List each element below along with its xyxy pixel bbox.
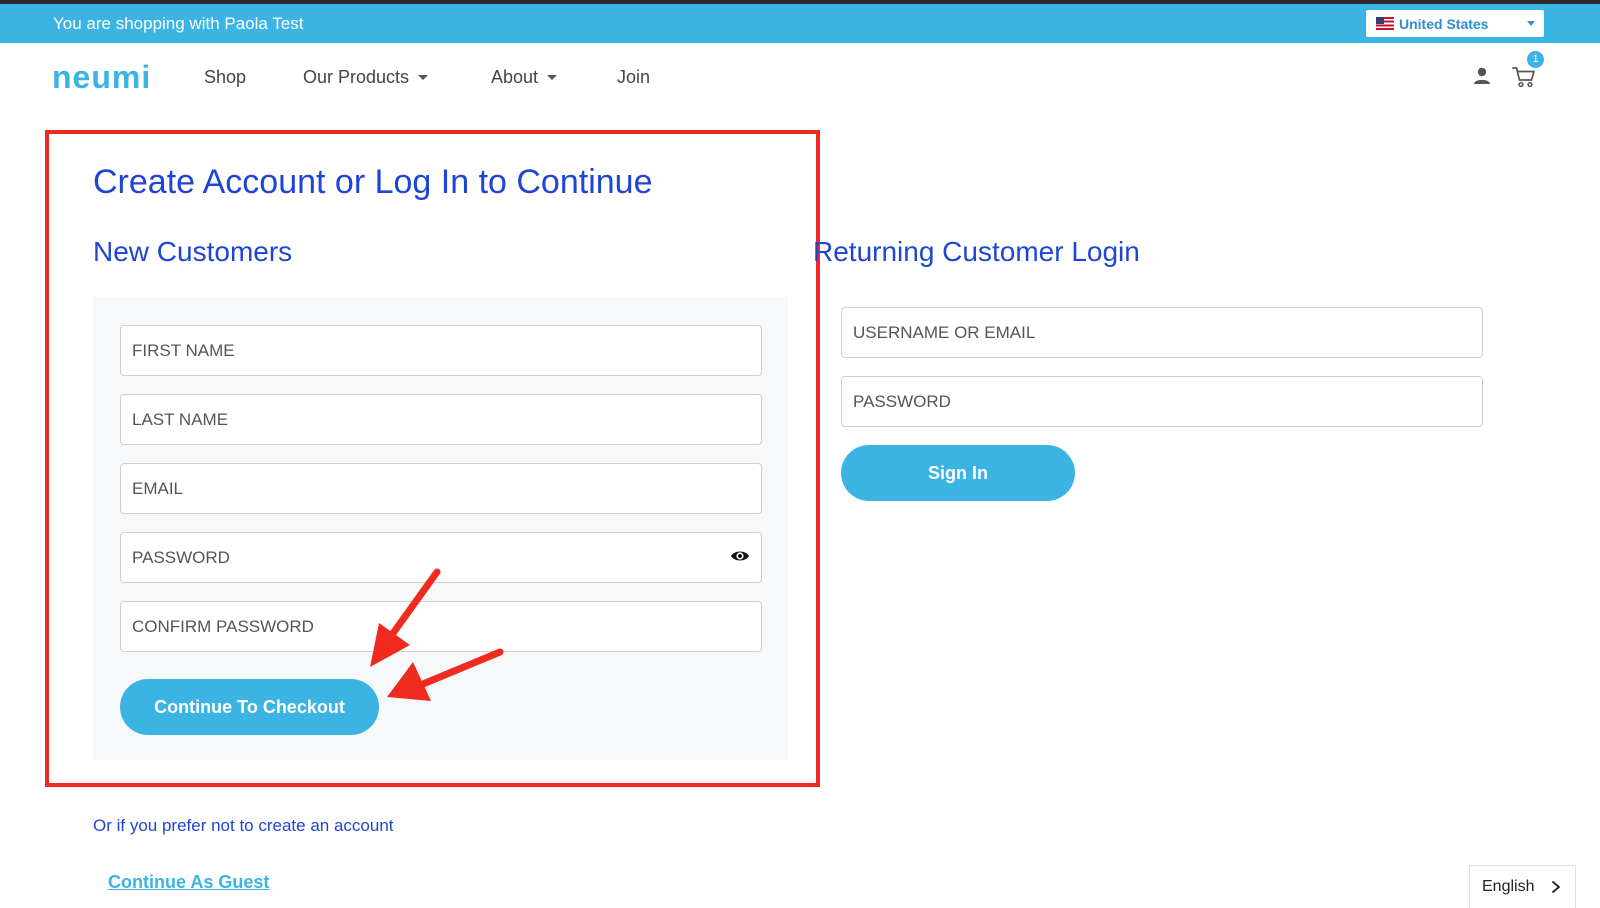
nav-item-shop[interactable]: Shop bbox=[204, 67, 246, 88]
country-select[interactable]: United States bbox=[1366, 10, 1544, 37]
guest-prompt-text: Or if you prefer not to create an accoun… bbox=[93, 816, 394, 835]
page-title: Create Account or Log In to Continue bbox=[93, 163, 653, 201]
caret-down-icon bbox=[418, 75, 429, 80]
returning-customer-heading: Returning Customer Login bbox=[813, 236, 1140, 267]
login-password-input[interactable] bbox=[841, 376, 1483, 427]
top-banner: You are shopping with Paola Test United … bbox=[0, 4, 1600, 43]
chevron-right-icon bbox=[1552, 881, 1560, 893]
username-or-email-input[interactable] bbox=[841, 307, 1483, 358]
us-flag-icon bbox=[1376, 17, 1394, 30]
language-label: English bbox=[1482, 878, 1535, 895]
caret-down-icon bbox=[547, 75, 558, 80]
nav-item-label: Shop bbox=[204, 67, 247, 87]
nav-item-about[interactable]: About bbox=[491, 67, 558, 88]
user-icon[interactable] bbox=[1472, 66, 1492, 86]
country-label: United States bbox=[1399, 15, 1489, 32]
nav-item-join[interactable]: Join bbox=[617, 67, 650, 88]
neumi-logo[interactable]: neumi bbox=[52, 61, 151, 93]
nav-item-label: About bbox=[491, 67, 539, 87]
language-selector[interactable]: English bbox=[1469, 865, 1576, 908]
nav-item-label: Join bbox=[617, 67, 651, 87]
sign-in-button[interactable]: Sign In bbox=[841, 445, 1075, 501]
first-name-input[interactable] bbox=[120, 325, 762, 376]
cart-count-badge: 1 bbox=[1527, 51, 1544, 68]
continue-to-checkout-button[interactable]: Continue To Checkout bbox=[120, 679, 379, 735]
red-arrow-annotation bbox=[370, 568, 504, 701]
eye-icon[interactable] bbox=[730, 546, 750, 566]
cart-icon[interactable] bbox=[1512, 66, 1536, 88]
new-customers-heading: New Customers bbox=[93, 236, 293, 267]
shopping-with-text: You are shopping with Paola Test bbox=[53, 14, 304, 33]
continue-as-guest-link[interactable]: Continue As Guest bbox=[108, 872, 269, 893]
nav-item-our-products[interactable]: Our Products bbox=[303, 67, 429, 88]
email-input[interactable] bbox=[120, 463, 762, 514]
last-name-input[interactable] bbox=[120, 394, 762, 445]
chevron-down-icon bbox=[1527, 21, 1535, 26]
nav-item-label: Our Products bbox=[303, 67, 410, 87]
